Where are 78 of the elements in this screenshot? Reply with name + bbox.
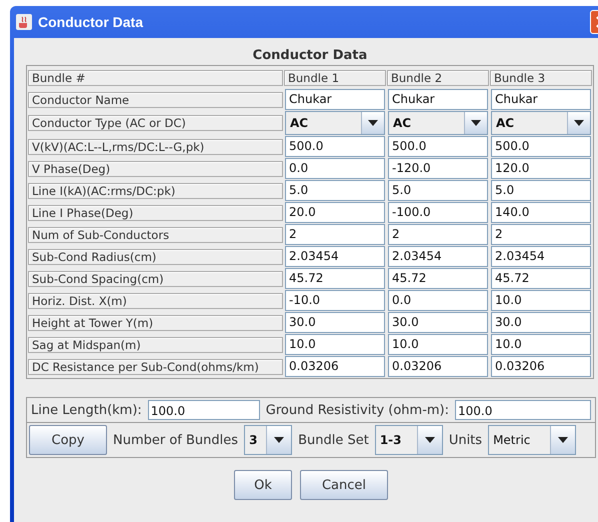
input-field[interactable]: 100.0 [148, 400, 260, 420]
column-header: Bundle 2 [387, 70, 489, 86]
input-field[interactable]: 0.0 [285, 158, 385, 179]
row-label: V Phase(Deg) [28, 160, 283, 176]
row-label: Line I Phase(Deg) [28, 204, 283, 220]
input-field[interactable]: 0.03206 [285, 356, 385, 377]
input-field[interactable]: 45.72 [285, 268, 385, 289]
input-field[interactable]: 500.0 [388, 136, 488, 157]
input-field[interactable]: 20.0 [285, 202, 385, 223]
panel-title: Conductor Data [252, 47, 368, 65]
input-field[interactable]: 10.0 [285, 334, 385, 355]
input-field[interactable]: 5.0 [388, 180, 488, 201]
input-field[interactable]: -120.0 [388, 158, 488, 179]
input-field[interactable]: 500.0 [285, 136, 385, 157]
input-field[interactable]: 0.0 [388, 290, 488, 311]
column-header: Bundle 3 [490, 70, 592, 86]
input-field[interactable]: 2.03454 [491, 246, 591, 267]
input-field[interactable]: 0.03206 [388, 356, 488, 377]
input-field[interactable]: Chukar [388, 89, 488, 110]
window-title: Conductor Data [38, 14, 143, 30]
dropdown[interactable]: AC [285, 111, 385, 135]
field-label: Number of Bundles [113, 432, 238, 448]
dropdown-arrow-icon [471, 120, 481, 126]
input-field[interactable]: 5.0 [491, 180, 591, 201]
row-label: Horiz. Dist. X(m) [28, 292, 283, 308]
row-label: DC Resistance per Sub-Cond(ohms/km) [28, 358, 283, 374]
ok-button[interactable]: Ok [234, 470, 292, 500]
column-header: Bundle 1 [284, 70, 386, 86]
dropdown-arrow-icon [574, 120, 584, 126]
row-label: Bundle # [28, 70, 283, 86]
dropdown[interactable]: AC [491, 111, 591, 135]
input-field[interactable]: 10.0 [491, 290, 591, 311]
dropdown[interactable]: 3 [244, 425, 292, 455]
input-field[interactable]: 120.0 [491, 158, 591, 179]
input-field[interactable]: 45.72 [491, 268, 591, 289]
input-field[interactable]: 100.0 [455, 400, 591, 420]
cancel-button[interactable]: Cancel [300, 470, 388, 500]
row-label: Sub-Cond Spacing(cm) [28, 270, 283, 286]
field-label: Bundle Set [298, 432, 369, 448]
input-field[interactable]: 30.0 [388, 312, 488, 333]
input-field[interactable]: -10.0 [285, 290, 385, 311]
dropdown-arrow-icon [424, 437, 435, 443]
field-label: Ground Resistivity (ohm-m): [266, 402, 450, 418]
input-field[interactable]: 2 [491, 224, 591, 245]
input-field[interactable]: 10.0 [388, 334, 488, 355]
copy-button[interactable]: Copy [29, 425, 107, 455]
input-field[interactable]: 2 [388, 224, 488, 245]
input-field[interactable]: 45.72 [388, 268, 488, 289]
input-field[interactable]: 30.0 [285, 312, 385, 333]
row-label: Conductor Type (AC or DC) [28, 115, 283, 131]
dropdown-arrow-icon [558, 437, 568, 443]
input-field[interactable]: 0.03206 [491, 356, 591, 377]
dropdown[interactable]: AC [388, 111, 488, 135]
row-label: V(kV)(AC:L--L,rms/DC:L--G,pk) [28, 138, 283, 154]
field-label: Line Length(km): [31, 402, 142, 418]
row-label: Sag at Midspan(m) [28, 336, 283, 352]
row-label: Height at Tower Y(m) [28, 314, 283, 330]
dropdown-arrow-icon [368, 120, 378, 126]
row-label: Num of Sub-Conductors [28, 226, 283, 242]
field-label: Units [448, 432, 482, 448]
input-field[interactable]: Chukar [491, 89, 591, 110]
input-field[interactable]: 2.03454 [388, 246, 488, 267]
dropdown[interactable]: 1-3 [374, 425, 443, 455]
input-field[interactable]: 5.0 [285, 180, 385, 201]
coffee-cup-icon [16, 14, 32, 30]
input-field[interactable]: 10.0 [491, 334, 591, 355]
dropdown-arrow-icon [274, 437, 284, 443]
input-field[interactable]: 2 [285, 224, 385, 245]
row-label: Sub-Cond Radius(cm) [28, 248, 283, 264]
input-field[interactable]: 140.0 [491, 202, 591, 223]
dropdown[interactable]: Metric [488, 425, 576, 455]
row-label: Conductor Name [28, 92, 283, 108]
input-field[interactable]: 30.0 [491, 312, 591, 333]
input-field[interactable]: Chukar [285, 89, 385, 110]
input-field[interactable]: 500.0 [491, 136, 591, 157]
row-label: Line I(kA)(AC:rms/DC:pk) [28, 182, 283, 198]
input-field[interactable]: -100.0 [388, 202, 488, 223]
input-field[interactable]: 2.03454 [285, 246, 385, 267]
